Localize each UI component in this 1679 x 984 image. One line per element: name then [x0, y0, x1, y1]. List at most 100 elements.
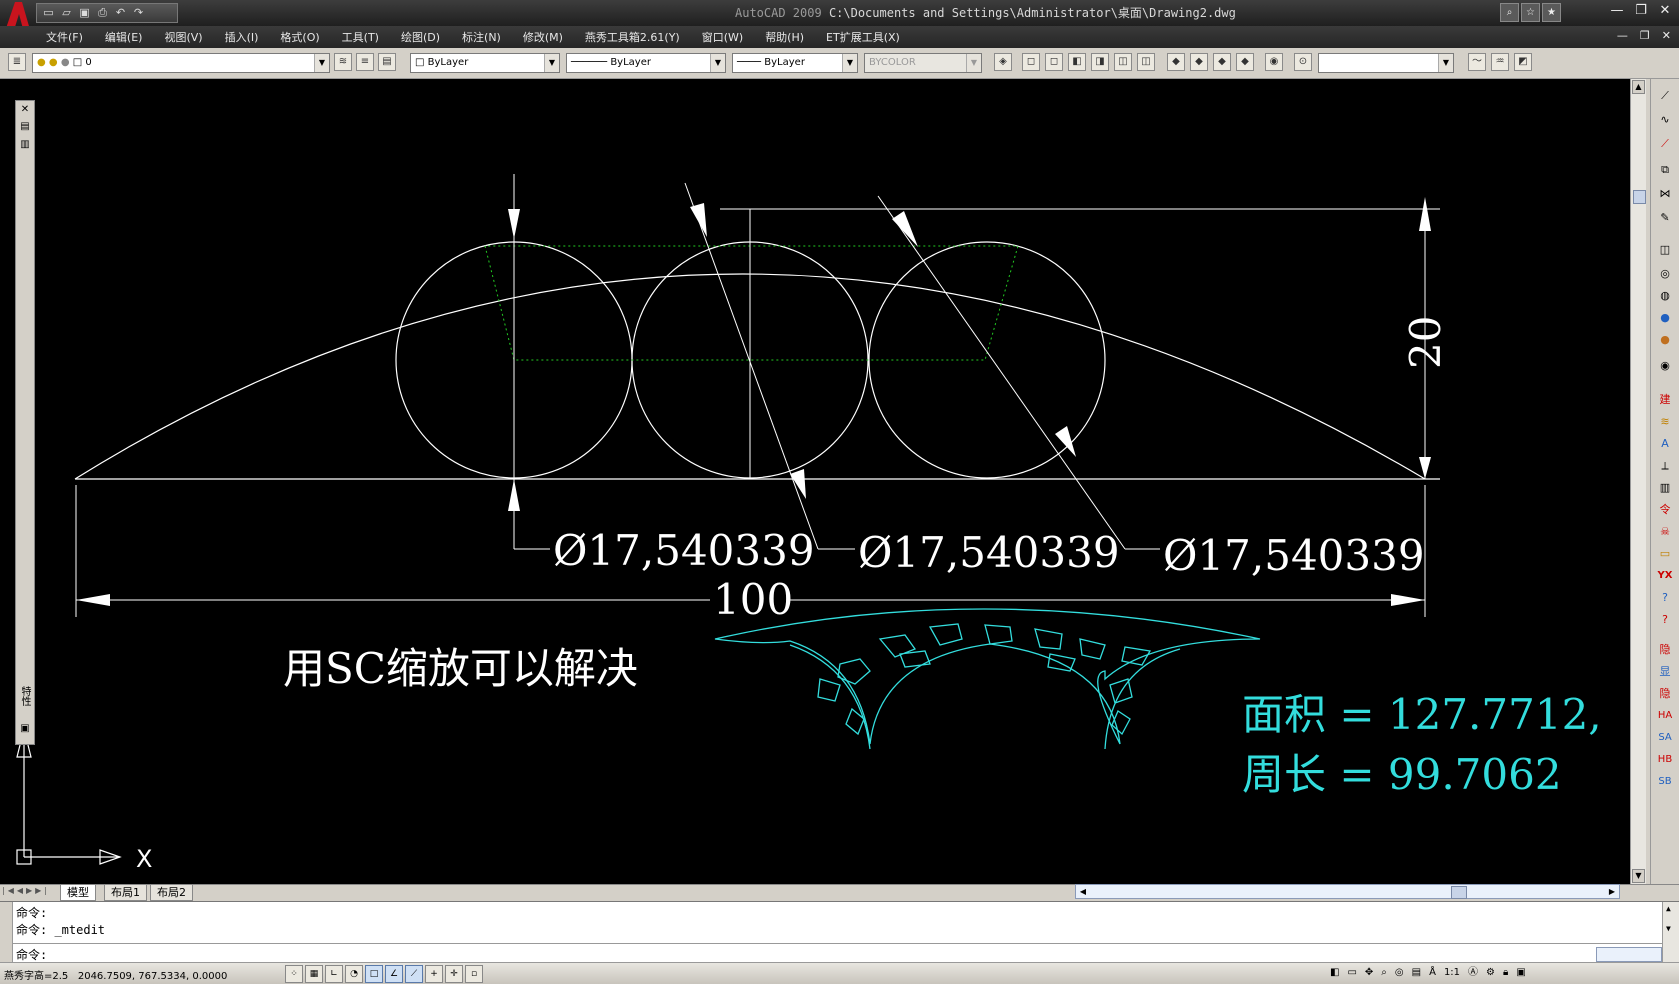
- palette-menu-icon[interactable]: ▥: [18, 139, 32, 150]
- polyline-tool-icon[interactable]: 〜: [1468, 53, 1486, 71]
- communication-icon[interactable]: ☆: [1521, 3, 1540, 22]
- qp-icon[interactable]: ▫: [465, 965, 483, 983]
- close-button[interactable]: ✕: [1657, 3, 1673, 18]
- view-dropdown[interactable]: ▼: [1318, 53, 1454, 73]
- menu-tools[interactable]: 工具(T): [342, 29, 379, 45]
- zoom-icon[interactable]: ⌕: [1379, 965, 1389, 981]
- layout-icon[interactable]: ▭: [1345, 965, 1358, 981]
- bottom-view-icon[interactable]: ◻: [1045, 53, 1063, 71]
- sw-iso-icon[interactable]: ◆: [1167, 53, 1185, 71]
- vertical-scrollbar[interactable]: ▲ ▼: [1630, 79, 1646, 884]
- skull-icon[interactable]: ☠: [1655, 523, 1675, 541]
- layer-manager-icon[interactable]: ≣: [8, 53, 26, 71]
- scroll-up-icon[interactable]: ▲: [1632, 80, 1645, 94]
- ecd-tool-icon[interactable]: ◩: [1514, 53, 1532, 71]
- command-prompt[interactable]: 命令:: [16, 946, 47, 963]
- search-icon[interactable]: ⌕: [1500, 3, 1519, 22]
- layer-previous-icon[interactable]: ≡: [356, 53, 374, 71]
- command-window-grip[interactable]: [0, 902, 13, 962]
- model-space-icon[interactable]: ◧: [1328, 965, 1341, 981]
- tab-model[interactable]: 模型: [60, 885, 96, 901]
- right-view-icon[interactable]: ◨: [1091, 53, 1109, 71]
- layers-stack-icon[interactable]: ≋: [1655, 413, 1675, 431]
- info-icon[interactable]: ?: [1655, 611, 1675, 629]
- new-icon[interactable]: ▭: [41, 6, 56, 20]
- measure-icon[interactable]: ⟂: [1655, 457, 1675, 475]
- top-view-icon[interactable]: ◻: [1022, 53, 1040, 71]
- attribute-tool-icon[interactable]: ♒: [1491, 53, 1509, 71]
- offset-icon[interactable]: ✎: [1655, 209, 1675, 227]
- cursor-coordinates[interactable]: 2046.7509, 767.5334, 0.0000: [78, 971, 228, 982]
- doc-minimize-button[interactable]: —: [1617, 29, 1628, 42]
- properties-icon[interactable]: ▣: [18, 723, 32, 734]
- workspace-icon[interactable]: ⚙: [1484, 965, 1497, 981]
- menu-express-tools[interactable]: ET扩展工具(X): [826, 29, 900, 45]
- menu-format[interactable]: 格式(O): [280, 29, 319, 45]
- layer-states-icon[interactable]: ▤: [378, 53, 396, 71]
- undo-icon[interactable]: ↶: [113, 6, 128, 20]
- left-view-icon[interactable]: ◧: [1068, 53, 1086, 71]
- layer-dropdown[interactable]: ● ● ● □ 0 ▼: [32, 53, 330, 73]
- show-icon[interactable]: 显: [1655, 663, 1675, 681]
- drawing-canvas[interactable]: Ø17,540339 Ø17,540339 Ø17,540339 100 20 …: [0, 79, 1630, 884]
- scroll-down-icon[interactable]: ▼: [1666, 924, 1671, 933]
- pan-icon[interactable]: ✥: [1363, 965, 1375, 981]
- lwt-icon[interactable]: ✛: [445, 965, 463, 983]
- chevron-down-icon[interactable]: ▼: [1438, 54, 1453, 72]
- osnap-icon[interactable]: □: [365, 965, 383, 983]
- menu-file[interactable]: 文件(F): [46, 29, 83, 45]
- front-view-icon[interactable]: ◫: [1114, 53, 1132, 71]
- torus-icon[interactable]: ●: [1655, 331, 1675, 349]
- chevron-down-icon[interactable]: ▼: [314, 54, 329, 72]
- make-current-layer-icon[interactable]: ≋: [334, 53, 352, 71]
- unhide-icon[interactable]: 隐: [1655, 685, 1675, 703]
- menu-window[interactable]: 窗口(W): [702, 29, 743, 45]
- help-icon[interactable]: ?: [1655, 589, 1675, 607]
- doc-close-button[interactable]: ✕: [1662, 29, 1671, 42]
- chevron-down-icon[interactable]: ▼: [544, 54, 559, 72]
- scroll-left-icon[interactable]: ◀: [1076, 885, 1090, 898]
- cone-icon[interactable]: ◍: [1655, 287, 1675, 305]
- save-icon[interactable]: ▣: [77, 6, 92, 20]
- redo-icon[interactable]: ↷: [131, 6, 146, 20]
- text-style-icon[interactable]: A: [1655, 435, 1675, 453]
- camera-icon[interactable]: ◉: [1265, 53, 1283, 71]
- polar-icon[interactable]: ◔: [345, 965, 363, 983]
- back-view-icon[interactable]: ◫: [1137, 53, 1155, 71]
- command-vscroll[interactable]: ▲ ▼: [1662, 902, 1679, 962]
- favorites-icon[interactable]: ★: [1542, 3, 1561, 22]
- horizontal-scrollbar[interactable]: ◀ ▶: [1075, 884, 1620, 899]
- menu-yanxiu-toolbox[interactable]: 燕秀工具箱2.61(Y): [585, 29, 680, 45]
- render-icon[interactable]: ◉: [1655, 357, 1675, 375]
- grid-icon[interactable]: ▦: [305, 965, 323, 983]
- mirror-icon[interactable]: ⋈: [1655, 185, 1675, 203]
- color-bars-icon[interactable]: ▥: [1655, 479, 1675, 497]
- otrack-icon[interactable]: ∠: [385, 965, 403, 983]
- hide-icon[interactable]: 隐: [1655, 641, 1675, 659]
- lock-icon[interactable]: 🔒︎: [1501, 965, 1510, 981]
- scroll-right-icon[interactable]: ▶: [1605, 885, 1619, 898]
- menu-modify[interactable]: 修改(M): [523, 29, 563, 45]
- sphere-icon[interactable]: ●: [1655, 309, 1675, 327]
- dyn-icon[interactable]: +: [425, 965, 443, 983]
- named-views-icon[interactable]: ⊙: [1294, 53, 1312, 71]
- yx-icon[interactable]: YX: [1655, 567, 1675, 585]
- minimize-button[interactable]: —: [1609, 3, 1625, 18]
- menu-edit[interactable]: 编辑(E): [105, 29, 143, 45]
- menu-draw[interactable]: 绘图(D): [401, 29, 440, 45]
- close-icon[interactable]: ✕: [18, 104, 32, 115]
- open-icon[interactable]: ▱: [59, 6, 74, 20]
- properties-palette[interactable]: ✕ ▤ ▥ 特性 ▣: [15, 100, 35, 745]
- erase-icon[interactable]: ⟋: [1655, 135, 1675, 153]
- menu-help[interactable]: 帮助(H): [765, 29, 804, 45]
- polyline-icon[interactable]: ⟋: [1655, 87, 1675, 105]
- box-icon[interactable]: ◫: [1655, 241, 1675, 259]
- trim-icon[interactable]: 令: [1655, 501, 1675, 519]
- command-hscroll[interactable]: [1596, 947, 1662, 962]
- ortho-icon[interactable]: ∟: [325, 965, 343, 983]
- print-icon[interactable]: ⎙: [95, 6, 110, 20]
- scroll-thumb[interactable]: [1451, 886, 1467, 899]
- showmotion-icon[interactable]: ▤: [1410, 965, 1423, 981]
- se-iso-icon[interactable]: ◆: [1190, 53, 1208, 71]
- linetype-dropdown[interactable]: ────── ByLayer ▼: [566, 53, 726, 73]
